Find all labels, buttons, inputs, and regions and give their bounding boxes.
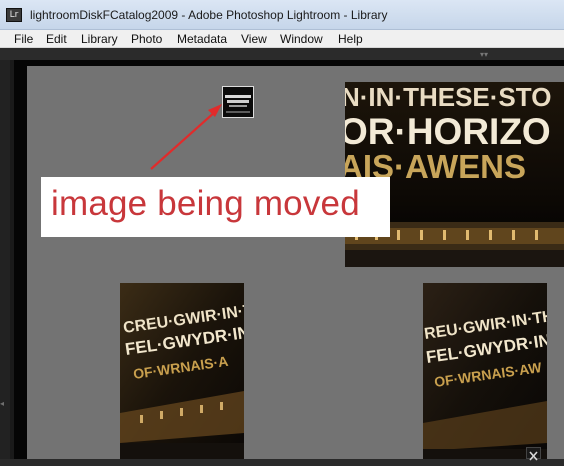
inscription-line-2: OR·HORIZO [345, 111, 551, 152]
menu-bar: File Edit Library Photo Metadata View Wi… [0, 30, 564, 48]
annotation-callout: image being moved [41, 177, 390, 237]
dragged-image-thumbnail[interactable] [222, 86, 254, 118]
lightroom-app-icon[interactable]: Lr [6, 8, 22, 22]
menu-help[interactable]: Help [338, 32, 363, 46]
menu-file[interactable]: File [14, 32, 33, 46]
annotation-text: image being moved [51, 184, 360, 223]
portrait-photo-left-image: CREU·GWIR·IN·THE FEL·GWYDR·IN OF·WRNAIS·… [120, 283, 244, 459]
inscription-line-1: N·IN·THESE·STO [345, 82, 551, 112]
portrait-photo-right-image: REU·GWIR·IN·THES FEL·GWYDR·IN OF·WRNAIS·… [423, 283, 547, 459]
portrait-photo-left[interactable]: CREU·GWIR·IN·THE FEL·GWYDR·IN OF·WRNAIS·… [120, 283, 244, 459]
landscape-photo[interactable]: N·IN·THESE·STO OR·HORIZO AIS·AWENS [345, 82, 564, 267]
close-icon[interactable] [526, 447, 541, 461]
title-bar: Lr lightroomDiskFCatalog2009 - Adobe Pho… [0, 0, 564, 30]
close-icon-glyph [529, 451, 538, 461]
menu-metadata[interactable]: Metadata [177, 32, 227, 46]
menu-library[interactable]: Library [81, 32, 118, 46]
menu-window[interactable]: Window [280, 32, 323, 46]
portrait-photo-right[interactable]: REU·GWIR·IN·THES FEL·GWYDR·IN OF·WRNAIS·… [423, 283, 547, 459]
collapse-top-panel-icon[interactable]: ▾▾ [480, 50, 488, 59]
top-panel-strip: ▾▾ [0, 48, 564, 60]
left-panel-strip: ◂ [0, 60, 10, 459]
menu-view[interactable]: View [241, 32, 267, 46]
menu-edit[interactable]: Edit [46, 32, 67, 46]
menu-photo[interactable]: Photo [131, 32, 162, 46]
collapse-left-panel-icon[interactable]: ◂ [0, 399, 4, 408]
landscape-photo-image: N·IN·THESE·STO OR·HORIZO AIS·AWENS [345, 82, 564, 267]
window-title: lightroomDiskFCatalog2009 - Adobe Photos… [30, 8, 388, 22]
dragged-image-preview [223, 87, 253, 117]
